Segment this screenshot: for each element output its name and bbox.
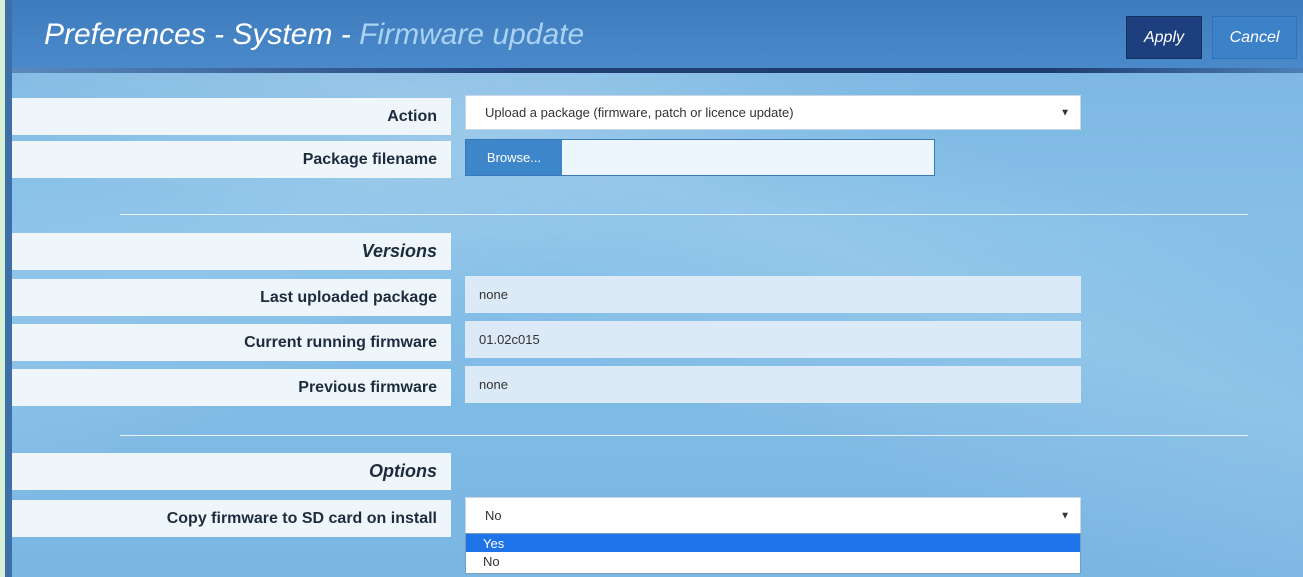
action-select[interactable]: Upload a package (firmware, patch or lic… bbox=[465, 95, 1081, 130]
package-file-input[interactable]: Browse... bbox=[465, 139, 935, 176]
copy-firmware-dropdown-list: Yes No bbox=[465, 533, 1081, 574]
current-running-firmware-value: 01.02c015 bbox=[465, 321, 1081, 358]
apply-button[interactable]: Apply bbox=[1126, 16, 1202, 59]
cancel-button[interactable]: Cancel bbox=[1212, 16, 1297, 59]
previous-firmware-value: none bbox=[465, 366, 1081, 403]
section-divider bbox=[120, 214, 1248, 215]
header-divider bbox=[12, 68, 1303, 73]
current-running-firmware-label: Current running firmware bbox=[12, 324, 451, 361]
dropdown-option-no[interactable]: No bbox=[466, 552, 1080, 570]
chevron-down-icon: ▼ bbox=[1060, 510, 1070, 521]
page-title-main: Preferences - System - bbox=[44, 18, 360, 51]
last-uploaded-package-value: none bbox=[465, 276, 1081, 313]
page-title: Preferences - System - Firmware update bbox=[44, 18, 584, 52]
left-edge-bar bbox=[5, 0, 12, 577]
package-filename-label: Package filename bbox=[12, 141, 451, 178]
action-select-value: Upload a package (firmware, patch or lic… bbox=[485, 105, 794, 120]
page-title-sub: Firmware update bbox=[359, 18, 585, 51]
section-divider bbox=[120, 435, 1248, 436]
preferences-panel: Preferences - System - Firmware update A… bbox=[5, 0, 1303, 577]
action-label: Action bbox=[12, 98, 451, 135]
copy-firmware-select-value: No bbox=[485, 508, 502, 523]
copy-firmware-select[interactable]: No ▼ bbox=[465, 497, 1081, 534]
last-uploaded-package-label: Last uploaded package bbox=[12, 279, 451, 316]
previous-firmware-label: Previous firmware bbox=[12, 369, 451, 406]
versions-heading: Versions bbox=[12, 233, 451, 270]
header-bar: Preferences - System - Firmware update bbox=[12, 0, 1303, 70]
options-heading: Options bbox=[12, 453, 451, 490]
dropdown-option-yes[interactable]: Yes bbox=[466, 534, 1080, 552]
copy-firmware-label: Copy firmware to SD card on install bbox=[12, 500, 451, 537]
chevron-down-icon: ▼ bbox=[1060, 107, 1070, 118]
browse-button[interactable]: Browse... bbox=[466, 140, 562, 175]
